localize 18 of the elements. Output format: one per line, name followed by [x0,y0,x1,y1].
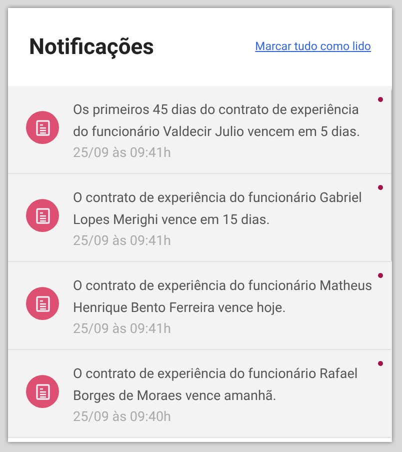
notification-message: Os primeiros 45 dias do contrato de experiência do funcionário Valdecir Julio vencem em 5 dias. [73,101,362,142]
notification-time: 25/09 às 09:41h [73,320,172,339]
document-icon [26,111,59,144]
notification-message: O contrato de experiência do funcionário Rafael Borges de Moraes vence amanhã. [73,365,359,406]
notification-item[interactable]: O contrato de experiência do funcionário Gabriel Lopes Merighi vence em 15 dias. 25/09 às 09:41h [8,174,391,262]
notification-item[interactable]: Os primeiros 45 dias do contrato de experiência do funcionário Valdecir Julio vencem em 5 dias. 25/09 às 09:41h [8,86,391,174]
document-icon [26,199,59,232]
document-icon [26,287,59,320]
document-icon [26,375,59,408]
notification-item[interactable]: O contrato de experiência do funcionário Rafael Borges de Moraes vence amanhã. 25/09 às 09:40h [8,350,391,438]
notification-message: O contrato de experiência do funcionário Gabriel Lopes Merighi vence em 15 dias. [73,189,363,230]
notification-time: 25/09 às 09:41h [73,144,172,163]
notification-time: 25/09 às 09:40h [73,408,172,427]
mark-all-read-link[interactable]: Marcar tudo como lido [255,38,371,56]
notification-time: 25/09 às 09:41h [73,232,172,251]
notification-item[interactable]: O contrato de experiência do funcionário Matheus Henrique Bento Ferreira vence hoje. 25/09 às 09:41h [8,262,391,350]
panel-title: Notificações [29,34,154,62]
notification-message: O contrato de experiência do funcionário Matheus Henrique Bento Ferreira vence hoje. [73,277,373,318]
